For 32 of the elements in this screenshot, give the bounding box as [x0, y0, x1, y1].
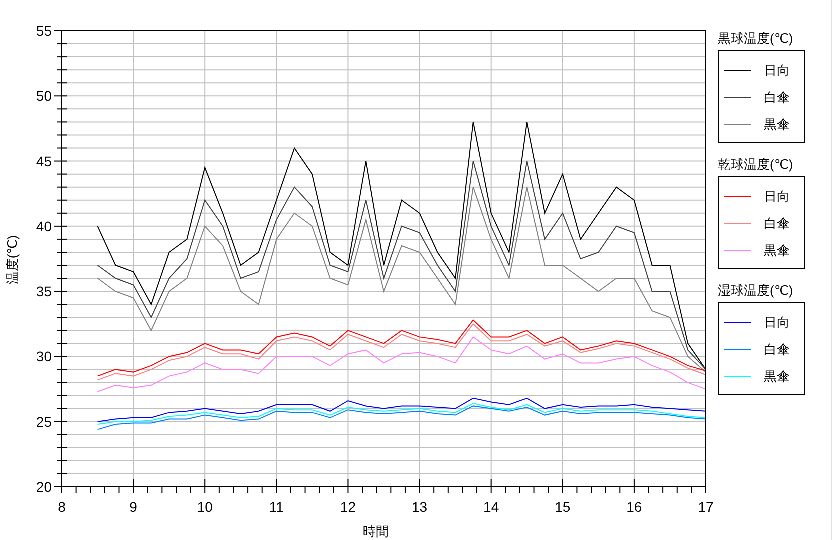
legend-label: 黒傘: [764, 242, 790, 260]
axis-tick-label: 8: [58, 499, 66, 515]
axis-tick-label: 14: [484, 499, 500, 515]
axis-title: 時間: [363, 524, 389, 539]
axis-tick-label: 55: [36, 23, 52, 39]
axis-tick-label: 15: [555, 499, 571, 515]
legend-title: 乾球温度(℃): [718, 156, 794, 173]
axis-tick-label: 12: [340, 499, 356, 515]
axis-tick-label: 9: [130, 499, 138, 515]
axis-tick-label: 30: [36, 348, 52, 365]
axis-tick-label: 20: [36, 479, 52, 495]
axis-tick-label: 35: [36, 284, 52, 300]
axis-tick-label: 10: [197, 499, 213, 515]
axis-tick-label: 45: [36, 153, 52, 170]
legend-label: 日向: [764, 314, 790, 332]
axis-tick-label: 13: [412, 499, 428, 515]
legend-title: 黒球温度(℃): [718, 30, 794, 47]
axis-tick-label: 16: [626, 499, 642, 515]
legend-label: 白傘: [764, 340, 790, 358]
axis-tick-label: 25: [36, 414, 52, 430]
legend-label: 日向: [764, 62, 790, 80]
legend-title: 湿球温度(℃): [718, 282, 794, 299]
legend-label: 黒傘: [764, 368, 790, 386]
legend-label: 白傘: [764, 88, 790, 106]
legend-label: 黒傘: [764, 116, 790, 134]
legend-label: 白傘: [764, 214, 790, 232]
legend-label: 日向: [764, 188, 790, 206]
axis-tick-label: 40: [36, 218, 52, 234]
axis-tick-label: 17: [698, 499, 714, 515]
axis-title: 温度(℃): [5, 235, 20, 285]
axis-tick-label: 50: [36, 88, 52, 104]
axis-tick-label: 11: [269, 499, 284, 515]
